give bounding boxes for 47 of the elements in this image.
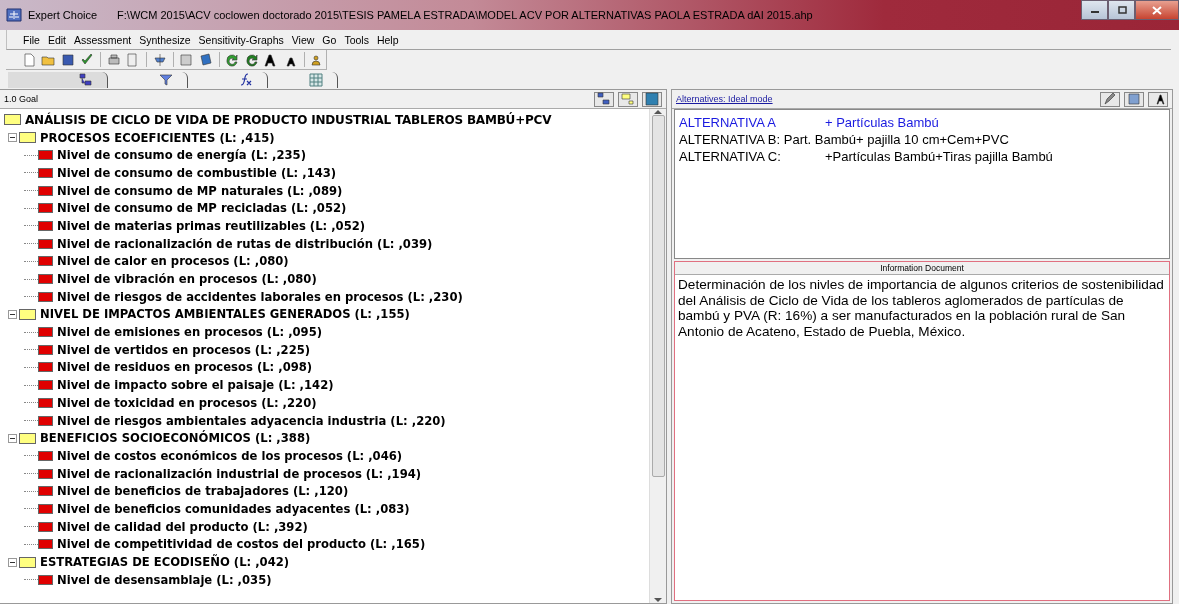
criterion-label[interactable]: Nivel de costos económicos de los procesos (L: ,046) (57, 448, 403, 463)
alternative-detail: +Partículas Bambú+Tiras pajilla Bambú (825, 148, 1053, 165)
alternative-label[interactable]: ALTERNATIVA B: Part. Bambú+ pajilla 10 cm+Cem+PVC (679, 131, 1009, 148)
criterion-label[interactable]: Nivel de calor en procesos (L: ,080) (57, 254, 289, 269)
criterion-label[interactable]: Nivel de materias primas reutilizables (L: ,052) (57, 218, 366, 233)
menu-item[interactable]: Edit (43, 33, 70, 46)
criterion-label[interactable]: Nivel de calidad del producto (L: ,392) (57, 519, 308, 534)
node-path: 1.0 Goal (4, 94, 39, 104)
criterion-label[interactable]: Nivel de racionalización industrial de procesos (L: ,194) (57, 466, 422, 481)
menu-item[interactable]: Go (318, 33, 341, 46)
criterion-label[interactable]: Nivel de consumo de MP naturales (L: ,089) (57, 183, 343, 198)
criterion-label[interactable]: ESTRATEGIAS DE ECODISEÑO (L: ,042) (40, 555, 290, 570)
criterion-label[interactable]: Nivel de consumo de energía (L: ,235) (57, 148, 306, 163)
criterion-label[interactable]: Nivel de consumo de MP recicladas (L: ,052) (57, 201, 347, 216)
criterion-label[interactable]: Nivel de beneficios de trabajadores (L: ,120) (57, 484, 349, 499)
file-path: F:\WCM 2015\ACV coclowen doctorado 2015\TESIS PAMELA ESTRADA\MODEL ACV POR ALTERNATIVAS PAOLA ESTRADA dAI 2015.ahp (117, 9, 814, 21)
alternative-detail: + Partículas Bambú (825, 114, 939, 131)
info-text: Determinación de los nivles de importancia de algunos criterios de sostenibilidad del Análisis de Ciclo de Vida de los tableros aglomerados de partículas de bambú y PVA (R: 16%) a ser manufacturados en la población rural de San Antonio de Acateno, Estado de Puebla, México. (677, 276, 1165, 341)
criterion-label[interactable]: Nivel de competitividad de costos del producto (L: ,165) (57, 537, 426, 552)
criterion-label[interactable]: Nivel de riesgos de accidentes laborales en procesos (L: ,230) (57, 289, 463, 304)
criterion-label[interactable]: PROCESOS ECOEFICIENTES (L: ,415) (40, 130, 275, 145)
alternative-label[interactable]: ALTERNATIVA A (679, 114, 825, 131)
criterion-label[interactable]: Nivel de racionalización de rutas de distribución (L: ,039) (57, 236, 433, 251)
criterion-label[interactable]: Nivel de beneficios comunidades adyacentes (L: ,083) (57, 501, 410, 516)
criterion-label[interactable]: Nivel de riesgos ambientales adyacencia industria (L: ,220) (57, 413, 446, 428)
alternatives-mode-link[interactable]: Alternatives: Ideal mode (676, 94, 773, 104)
alternative-label[interactable]: ALTERNATIVA C: (679, 148, 825, 165)
criterion-label[interactable]: Nivel de vibración en procesos (L: ,080) (57, 272, 317, 287)
menu-item[interactable]: Help (372, 33, 403, 46)
criterion-label[interactable]: Nivel de residuos en procesos (L: ,098) (57, 360, 313, 375)
criterion-label[interactable]: NIVEL DE IMPACTOS AMBIENTALES GENERADOS (L: ,155) (40, 307, 410, 322)
criterion-label[interactable]: Nivel de consumo de combustible (L: ,143) (57, 165, 337, 180)
criterion-label[interactable]: Nivel de impacto sobre el paisaje (L: ,142) (57, 378, 334, 393)
goal-label[interactable]: ANÁLISIS DE CICLO DE VIDA DE PRODUCTO INDUSTRIAL TABLEROS BAMBÚ+PCV (25, 112, 552, 127)
criterion-label[interactable]: Nivel de vertidos en procesos (L: ,225) (57, 342, 311, 357)
menu-item[interactable]: Sensitivity-Graphs (194, 33, 288, 46)
menu-item[interactable]: Tools (340, 33, 373, 46)
menu-item[interactable]: Synthesize (135, 33, 195, 46)
menu-item[interactable]: View (287, 33, 319, 46)
app-name: Expert Choice (28, 9, 98, 21)
menu-item[interactable]: File (19, 33, 44, 46)
criterion-label[interactable]: BENEFICIOS SOCIOECONÓMICOS (L: ,388) (40, 431, 311, 446)
criterion-label[interactable]: Nivel de emisiones en procesos (L: ,095) (57, 325, 323, 340)
info-title: Information Document (675, 262, 1169, 275)
criterion-label[interactable]: Nivel de toxicidad en procesos (L: ,220) (57, 395, 317, 410)
menu-item[interactable]: Assessment (70, 33, 136, 46)
criterion-label[interactable]: Nivel de desensamblaje (L: ,035) (57, 572, 272, 587)
